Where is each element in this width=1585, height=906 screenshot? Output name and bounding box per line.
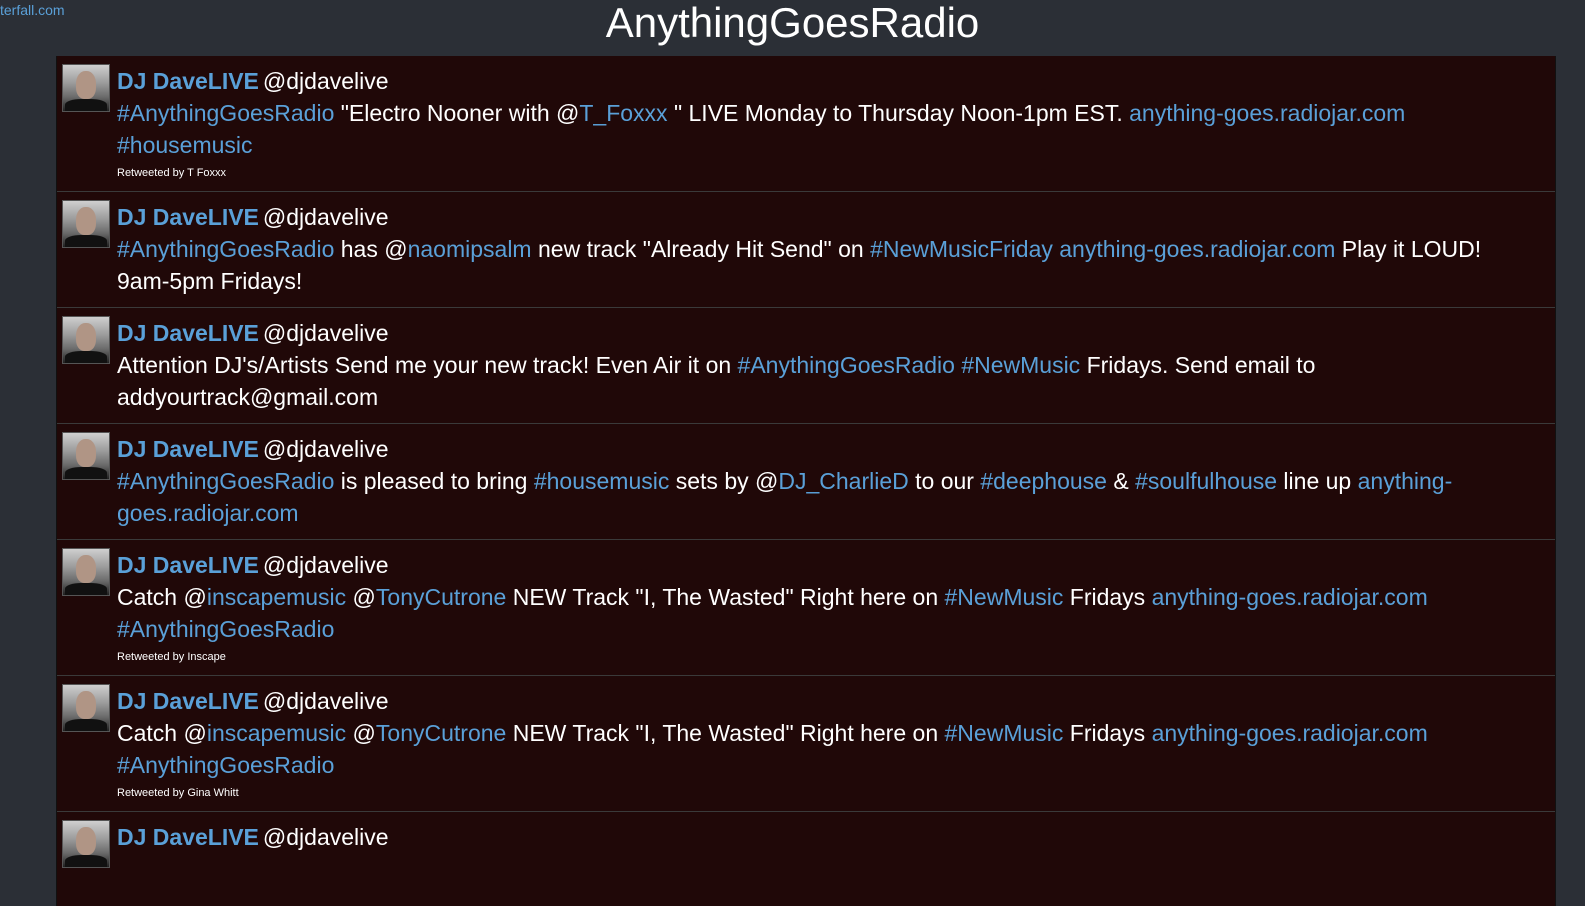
- tweet-link[interactable]: #NewMusicFriday: [870, 236, 1053, 262]
- tweet-link[interactable]: inscapemusic: [207, 584, 346, 610]
- tweet-author: DJ DaveLIVE @djdavelive: [117, 434, 1535, 464]
- tweet-item: DJ DaveLIVE @djdavelive Catch @inscapemusi…: [57, 675, 1555, 811]
- tweet-author: DJ DaveLIVE @djdavelive: [117, 202, 1535, 232]
- corner-link[interactable]: terfall.com: [0, 2, 65, 18]
- tweet-link[interactable]: #housemusic: [117, 132, 253, 158]
- retweeted-by: Retweeted by Inscape: [117, 651, 226, 663]
- tweet-text-segment: Catch @: [117, 584, 207, 610]
- tweet-author: DJ DaveLIVE @djdavelive: [117, 550, 1535, 580]
- author-name-link[interactable]: DJ DaveLIVE: [117, 688, 259, 714]
- tweet-text: Catch @inscapemusic @TonyCutrone NEW Tra…: [117, 581, 1535, 645]
- tweet-link[interactable]: #NewMusic: [945, 584, 1064, 610]
- tweet-text-segment: " LIVE Monday to Thursday Noon-1pm EST.: [667, 100, 1130, 126]
- page-title: AnythingGoesRadio: [605, 0, 980, 46]
- tweet-link[interactable]: anything-goes.radiojar.com: [1152, 584, 1428, 610]
- tweet-text-segment: Fridays: [1063, 584, 1152, 610]
- tweet-author: DJ DaveLIVE @djdavelive: [117, 318, 1535, 348]
- author-name-link[interactable]: DJ DaveLIVE: [117, 204, 259, 230]
- tweet-link[interactable]: #AnythingGoesRadio: [117, 100, 334, 126]
- tweet-link[interactable]: TonyCutrone: [376, 584, 506, 610]
- tweet-feed: DJ DaveLIVE @djdavelive #AnythingGoesRadio…: [56, 56, 1556, 906]
- author-name-link[interactable]: DJ DaveLIVE: [117, 824, 259, 850]
- tweet-item: DJ DaveLIVE @djdavelive Catch @inscapemusi…: [57, 539, 1555, 675]
- tweet-text-segment: Attention DJ's/Artists Send me your new …: [117, 352, 738, 378]
- tweet-text-segment: sets by @: [669, 468, 779, 494]
- tweet-text: #AnythingGoesRadio is pleased to bring #…: [117, 465, 1535, 529]
- tweet-link[interactable]: #AnythingGoesRadio: [117, 752, 334, 778]
- author-name-link[interactable]: DJ DaveLIVE: [117, 436, 259, 462]
- tweet-author: DJ DaveLIVE @djdavelive: [117, 66, 1535, 96]
- tweet-text: Catch @inscapemusic @TonyCutrone NEW Tra…: [117, 717, 1535, 781]
- tweet-text-segment: @: [346, 720, 376, 746]
- tweet-link[interactable]: anything-goes.radiojar.com: [1059, 236, 1335, 262]
- avatar[interactable]: [62, 548, 110, 596]
- author-handle: @djdavelive: [262, 436, 389, 462]
- tweet-author: DJ DaveLIVE @djdavelive: [117, 686, 1535, 716]
- tweet-link[interactable]: #AnythingGoesRadio: [117, 616, 334, 642]
- tweet-text-segment: line up: [1277, 468, 1358, 494]
- tweet-item: DJ DaveLIVE @djdavelive #AnythingGoesRadio…: [57, 56, 1555, 191]
- tweet-link[interactable]: DJ_CharlieD: [778, 468, 908, 494]
- author-handle: @djdavelive: [262, 68, 389, 94]
- tweet-link[interactable]: naomipsalm: [408, 236, 532, 262]
- tweet-author: DJ DaveLIVE @djdavelive: [117, 822, 1535, 852]
- retweeted-by: Retweeted by Gina Whitt: [117, 787, 239, 799]
- author-handle: @djdavelive: [262, 204, 389, 230]
- tweet-link[interactable]: #housemusic: [534, 468, 670, 494]
- tweet-text: #AnythingGoesRadio "Electro Nooner with …: [117, 97, 1535, 161]
- avatar[interactable]: [62, 432, 110, 480]
- author-name-link[interactable]: DJ DaveLIVE: [117, 68, 259, 94]
- tweet-text-segment: &: [1106, 468, 1136, 494]
- avatar[interactable]: [62, 64, 110, 112]
- author-handle: @djdavelive: [262, 552, 389, 578]
- tweet-text: Attention DJ's/Artists Send me your new …: [117, 349, 1535, 413]
- tweet-link[interactable]: #AnythingGoesRadio: [117, 468, 334, 494]
- avatar[interactable]: [62, 820, 110, 868]
- author-handle: @djdavelive: [262, 688, 389, 714]
- author-handle: @djdavelive: [262, 824, 389, 850]
- tweet-text-segment: new track "Already Hit Send" on: [531, 236, 871, 262]
- author-handle: @djdavelive: [262, 320, 389, 346]
- author-name-link[interactable]: DJ DaveLIVE: [117, 552, 259, 578]
- author-name-link[interactable]: DJ DaveLIVE: [117, 320, 259, 346]
- tweet-item: DJ DaveLIVE @djdavelive #AnythingGoesRadio…: [57, 191, 1555, 307]
- retweeted-by: Retweeted by T Foxxx: [117, 167, 227, 179]
- tweet-link[interactable]: TonyCutrone: [376, 720, 506, 746]
- tweet-text-segment: NEW Track "I, The Wasted" Right here on: [506, 584, 945, 610]
- tweet-item: DJ DaveLIVE @djdavelive Attention DJ's/Art…: [57, 307, 1555, 423]
- tweet-link[interactable]: anything-goes.radiojar.com: [1152, 720, 1428, 746]
- tweet-link[interactable]: #AnythingGoesRadio: [738, 352, 955, 378]
- tweet-text-segment: "Electro Nooner with @: [334, 100, 580, 126]
- tweet-link[interactable]: #deephouse: [980, 468, 1107, 494]
- tweet-link[interactable]: anything-goes.radiojar.com: [1129, 100, 1405, 126]
- tweet-text-segment: NEW Track "I, The Wasted" Right here on: [506, 720, 945, 746]
- tweet-link[interactable]: #AnythingGoesRadio: [117, 236, 334, 262]
- tweet-item: DJ DaveLIVE @djdavelive: [57, 811, 1555, 872]
- tweet-text-segment: Fridays: [1063, 720, 1152, 746]
- avatar[interactable]: [62, 316, 110, 364]
- tweet-link[interactable]: #NewMusic: [961, 352, 1080, 378]
- tweet-link[interactable]: T_Foxxx: [579, 100, 667, 126]
- tweet-text-segment: @: [346, 584, 376, 610]
- tweet-item: DJ DaveLIVE @djdavelive #AnythingGoesRadio…: [57, 423, 1555, 539]
- tweet-link[interactable]: #soulfulhouse: [1135, 468, 1277, 494]
- avatar[interactable]: [62, 684, 110, 732]
- tweet-link[interactable]: inscapemusic: [207, 720, 346, 746]
- tweet-text: #AnythingGoesRadio has @naomipsalm new t…: [117, 233, 1535, 297]
- tweet-text-segment: to our: [908, 468, 981, 494]
- tweet-text-segment: has @: [334, 236, 408, 262]
- avatar[interactable]: [62, 200, 110, 248]
- tweet-text-segment: Catch @: [117, 720, 207, 746]
- tweet-text-segment: is pleased to bring: [334, 468, 534, 494]
- tweet-link[interactable]: #NewMusic: [945, 720, 1064, 746]
